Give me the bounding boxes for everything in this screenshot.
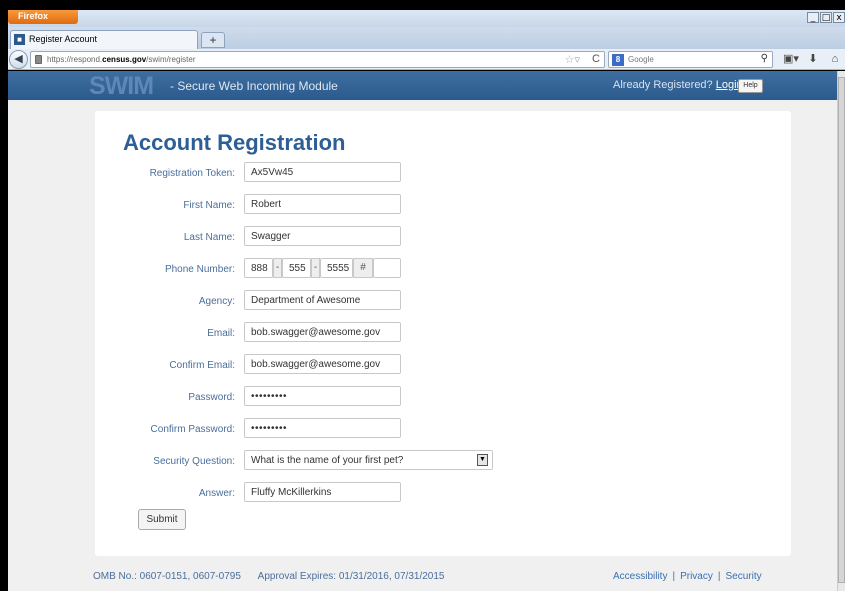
site-subtitle: - Secure Web Incoming Module <box>170 79 338 93</box>
registration-card: Account Registration Registration Token:… <box>95 111 791 556</box>
url-text: https://respond.census.gov/swim/register <box>47 55 196 64</box>
phone-ext-field[interactable] <box>373 258 401 278</box>
last-name-label: Last Name: <box>183 232 235 243</box>
back-arrow-icon: ◀ <box>14 53 23 65</box>
search-engine-label: Google <box>628 55 654 64</box>
title-bar: Firefox _ □ x <box>8 10 845 27</box>
close-window-button[interactable]: x <box>833 12 845 23</box>
url-bar[interactable]: https://respond.census.gov/swim/register… <box>30 51 605 68</box>
approval-expires: Approval Expires: 01/31/2016, 07/31/2015 <box>257 571 445 582</box>
google-icon[interactable]: 8 <box>612 54 624 66</box>
security-link[interactable]: Security <box>725 571 761 582</box>
phone-line-field[interactable]: 5555 <box>320 258 353 278</box>
tab-title: Register Account <box>29 34 98 44</box>
phone-dash: - <box>311 258 320 278</box>
site-header: SWIM - Secure Web Incoming Module Alread… <box>8 71 837 100</box>
vertical-scrollbar[interactable] <box>837 71 845 591</box>
confirm-email-field[interactable]: bob.swagger@awesome.gov <box>244 354 401 374</box>
browser-window: Firefox _ □ x ■ Register Account + ◀ htt… <box>0 0 845 591</box>
footer-separator: | <box>672 571 676 582</box>
password-label: Password: <box>188 392 235 403</box>
privacy-link[interactable]: Privacy <box>680 571 713 582</box>
back-button[interactable]: ◀ <box>9 50 28 69</box>
help-button[interactable]: Help <box>738 79 763 93</box>
phone-prefix-field[interactable]: 555 <box>282 258 311 278</box>
web-page: SWIM - Secure Web Incoming Module Alread… <box>8 71 837 591</box>
maximize-button[interactable]: □ <box>820 12 832 23</box>
navigation-bar: ◀ https://respond.census.gov/swim/regist… <box>8 49 845 70</box>
confirm-password-field[interactable]: ••••••••• <box>244 418 401 438</box>
submit-button[interactable]: Submit <box>138 509 186 530</box>
toolbar-icons: ▣▾ ⬇ ⌂ <box>780 51 845 67</box>
email-field[interactable]: bob.swagger@awesome.gov <box>244 322 401 342</box>
last-name-field[interactable]: Swagger <box>244 226 401 246</box>
window-controls: _ □ x <box>806 12 845 24</box>
answer-label: Answer: <box>198 488 235 499</box>
census-favicon-icon: ■ <box>14 34 25 45</box>
scrollbar-thumb[interactable] <box>838 77 845 583</box>
reload-icon[interactable]: C <box>592 53 600 65</box>
home-icon[interactable]: ⌂ <box>824 51 845 67</box>
swim-logo: SWIM <box>89 72 154 100</box>
search-icon[interactable]: ⚲ <box>761 53 768 64</box>
first-name-label: First Name: <box>183 200 235 211</box>
footer-separator: | <box>717 571 721 582</box>
answer-field[interactable]: Fluffy McKillerkins <box>244 482 401 502</box>
first-name-field[interactable]: Robert <box>244 194 401 214</box>
phone-label: Phone Number: <box>164 264 235 275</box>
downloads-icon[interactable]: ⬇ <box>802 51 824 67</box>
agency-label: Agency: <box>198 296 235 307</box>
phone-dash: - <box>273 258 282 278</box>
dropdown-arrow-icon[interactable]: ▼ <box>477 454 488 466</box>
new-tab-button[interactable]: + <box>201 32 225 48</box>
bookmark-star-icon[interactable]: ☆▿ <box>565 53 580 66</box>
security-question-value: What is the name of your first pet? <box>251 455 404 466</box>
footer-links: Accessibility | Privacy | Security <box>613 571 762 582</box>
bookmarks-menu-icon[interactable]: ▣▾ <box>780 51 802 67</box>
lock-icon <box>35 55 42 64</box>
confirm-password-label: Confirm Password: <box>150 424 235 435</box>
token-label: Registration Token: <box>149 168 235 179</box>
omb-number: OMB No.: 0607-0151, 0607-0795 <box>93 571 241 582</box>
phone-ext-hash: # <box>353 258 373 278</box>
page-title: Account Registration <box>123 130 346 155</box>
tab-register-account[interactable]: ■ Register Account <box>10 30 198 49</box>
phone-area-field[interactable]: 888 <box>244 258 273 278</box>
password-field[interactable]: ••••••••• <box>244 386 401 406</box>
footer-omb: OMB No.: 0607-0151, 0607-0795 Approval E… <box>93 571 444 582</box>
agency-field[interactable]: Department of Awesome <box>244 290 401 310</box>
security-question-label: Security Question: <box>153 456 235 467</box>
already-registered-text: Already Registered? Login <box>613 79 743 91</box>
accessibility-link[interactable]: Accessibility <box>613 571 667 582</box>
tab-bar: ■ Register Account + <box>8 27 845 49</box>
email-label: Email: <box>207 328 235 339</box>
firefox-menu-button[interactable]: Firefox <box>8 10 78 24</box>
security-question-select[interactable]: What is the name of your first pet? ▼ <box>244 450 493 470</box>
search-bar[interactable]: 8 Google ⚲ <box>608 51 773 68</box>
minimize-button[interactable]: _ <box>807 12 819 23</box>
registration-token-field[interactable]: Ax5Vw45 <box>244 162 401 182</box>
confirm-email-label: Confirm Email: <box>169 360 235 371</box>
